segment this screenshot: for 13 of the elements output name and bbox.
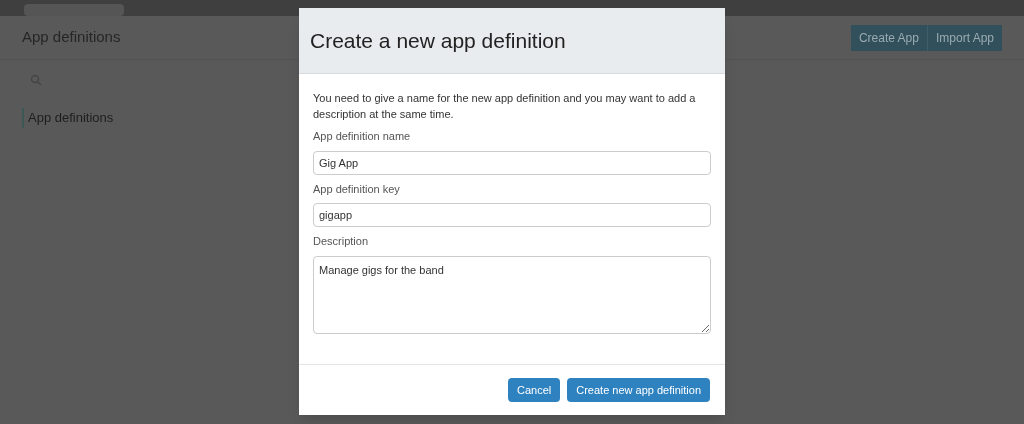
dialog-button[interactable]: Create new app definition	[567, 378, 710, 402]
text-field[interactable]: gigapp	[313, 203, 711, 227]
action-button[interactable]: Import App	[926, 24, 1002, 51]
dialog-title: Create a new app definition	[310, 27, 566, 54]
field-label: Description	[313, 234, 370, 249]
sidebar-item[interactable]: App definitions	[22, 108, 142, 128]
action-button[interactable]: Create App	[850, 24, 927, 51]
text-field[interactable]: Gig App	[313, 150, 711, 175]
description-field[interactable]: Manage gigs for the band	[313, 255, 711, 334]
dialog-intro: You need to give a name for the new app definition and you may want to add a description at the same time.	[313, 91, 697, 122]
field-label: App definition key	[313, 181, 401, 197]
field-label: App definition name	[313, 129, 412, 144]
dialog-button[interactable]: Cancel	[508, 378, 561, 402]
